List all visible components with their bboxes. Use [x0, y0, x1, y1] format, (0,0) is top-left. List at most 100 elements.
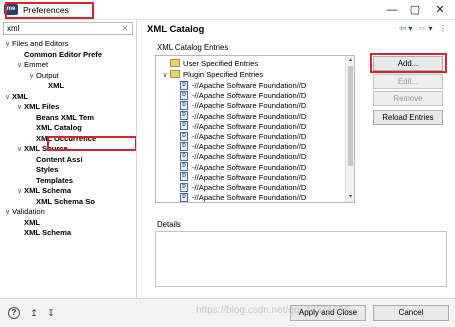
import-icon[interactable]: ↥: [28, 307, 40, 319]
tree-item[interactable]: ∨ Validation: [3, 206, 45, 217]
tree-item-label: Common Editor Prefe: [24, 49, 103, 59]
plugin-entries-node[interactable]: ∨ Plugin Specified Entries: [160, 69, 263, 80]
reload-entries-button[interactable]: Reload Entries: [373, 110, 443, 125]
dtd-entry-icon: D: [180, 131, 188, 141]
clear-filter-icon[interactable]: ✕: [120, 24, 130, 33]
scroll-thumb[interactable]: [348, 66, 353, 166]
dtd-entry-icon: D: [180, 192, 188, 202]
user-entries-label: User Specified Entries: [183, 59, 259, 68]
tree-item-label: Files and Editors: [12, 39, 69, 48]
remove-button[interactable]: Remove: [373, 91, 443, 106]
catalog-entry-label: -//Apache Software Foundation//D: [192, 172, 307, 182]
minimize-button[interactable]: —: [381, 2, 403, 18]
catalog-entry-label: -//Apache Software Foundation//D: [192, 142, 307, 152]
tree-item-label: XML Schema So: [36, 196, 95, 206]
tree-item[interactable]: XML Schema So: [27, 196, 95, 207]
add-highlight-box: [370, 53, 447, 73]
dtd-entry-icon: D: [180, 80, 188, 90]
catalog-entry-label: -//Apache Software Foundation//D: [192, 183, 307, 192]
expand-chevron-icon[interactable]: ∨: [3, 39, 12, 50]
expand-chevron-icon[interactable]: ∨: [15, 144, 24, 155]
tree-item-label: XML Files: [24, 102, 60, 111]
tree-item[interactable]: XML: [39, 80, 64, 91]
expand-chevron-icon[interactable]: ∨: [15, 60, 24, 71]
tree-item[interactable]: XML Catalog: [27, 122, 82, 133]
tree-item[interactable]: ∨ Emmet: [15, 59, 48, 70]
tree-highlight-box: [47, 136, 136, 151]
filter-field[interactable]: ✕: [3, 22, 133, 35]
tree-item[interactable]: Styles: [27, 164, 58, 175]
tree-item[interactable]: Beans XML Tem: [27, 112, 94, 123]
tree-item-label: XML: [24, 217, 41, 227]
catalog-entries-label: XML Catalog Entries: [157, 43, 229, 52]
expand-chevron-icon[interactable]: ∨: [3, 207, 12, 218]
dtd-entry-icon: D: [180, 182, 188, 192]
tree-item-label: Beans XML Tem: [36, 112, 94, 122]
tree-item-label: XML Catalog: [36, 123, 82, 132]
tree-item[interactable]: XML Schema: [15, 227, 71, 238]
forward-menu-icon[interactable]: ▾: [428, 24, 434, 33]
tree-item-label: Output: [36, 70, 59, 80]
back-menu-icon[interactable]: ▾: [408, 24, 414, 33]
expand-chevron-icon[interactable]: ∨: [160, 70, 170, 81]
filter-input[interactable]: [4, 23, 118, 34]
tree-item-label: XML: [48, 81, 65, 90]
close-button[interactable]: ✕: [429, 2, 451, 18]
entries-scrollbar[interactable]: ▴ ▾: [345, 56, 354, 202]
tree-item-label: Styles: [36, 165, 59, 174]
tree-item[interactable]: ∨ Files and Editors: [3, 38, 69, 49]
edit-button[interactable]: Edit...: [373, 74, 443, 89]
expand-chevron-icon[interactable]: ∨: [27, 71, 36, 82]
catalog-entry-label: -//Apache Software Foundation//D: [192, 91, 307, 101]
title-bar: me Preferences — ▢ ✕: [0, 0, 455, 20]
watermark-text: https://blog.csdn.net/qq_46371656: [196, 305, 350, 316]
page-title: XML Catalog: [147, 24, 205, 35]
dtd-entry-icon: D: [180, 151, 188, 161]
tree-item[interactable]: ∨ XML: [3, 91, 28, 102]
tree-item[interactable]: Templates: [27, 175, 73, 186]
help-icon[interactable]: ?: [8, 307, 20, 319]
cancel-button[interactable]: Cancel: [373, 305, 449, 321]
export-icon[interactable]: ↧: [45, 307, 57, 319]
catalog-entry-label: -//Apache Software Foundation//D: [192, 132, 307, 141]
scroll-down-icon[interactable]: ▾: [346, 193, 354, 202]
expand-chevron-icon[interactable]: ∨: [15, 186, 24, 197]
details-label: Details: [157, 220, 181, 229]
tree-item-label: Emmet: [24, 60, 49, 69]
user-entries-node[interactable]: User Specified Entries: [160, 58, 258, 69]
tree-item-label: XML Schema: [24, 228, 72, 237]
details-area: [155, 231, 447, 287]
plugin-entries-label: Plugin Specified Entries: [183, 70, 264, 79]
tree-item-label: Validation: [12, 207, 45, 216]
catalog-entries-tree: User Specified Entries ∨ Plugin Specified…: [155, 55, 355, 203]
tree-item[interactable]: ∨ XML Schema: [15, 185, 71, 196]
tree-item-label: Content Assi: [36, 154, 83, 164]
scroll-up-icon[interactable]: ▴: [346, 56, 354, 65]
preference-page: XML Catalog ⇦▾ ⇨▾ ⋮ XML Catalog Entries …: [137, 20, 455, 298]
tree-item[interactable]: XML: [15, 217, 40, 228]
preferences-tree-pane: ✕ ∨Files and EditorsCommon Editor Prefe∨…: [0, 20, 137, 298]
tree-item[interactable]: Content Assi: [27, 154, 83, 165]
back-arrow-icon[interactable]: ⇦: [399, 23, 409, 33]
catalog-entry-label: -//Apache Software Foundation//D: [192, 152, 307, 162]
catalog-entry-label: -//Apache Software Foundation//D: [192, 111, 307, 121]
tree-item[interactable]: Common Editor Prefe: [15, 49, 102, 60]
folder-icon: [170, 70, 180, 78]
catalog-entry-label: -//Apache Software Foundation//D: [192, 81, 307, 90]
tree-item[interactable]: ∨ Output: [27, 70, 59, 81]
catalog-entry-label: -//Apache Software Foundation//D: [192, 121, 307, 131]
expand-chevron-icon[interactable]: ∨: [15, 102, 24, 113]
catalog-entry-label: -//Apache Software Foundation//D: [192, 101, 307, 111]
maximize-button[interactable]: ▢: [404, 2, 426, 18]
tree-item-label: XML Schema: [24, 186, 72, 195]
expand-chevron-icon[interactable]: ∨: [3, 92, 12, 103]
tree-item[interactable]: ∨ XML Files: [15, 101, 59, 112]
dtd-entry-icon: D: [180, 162, 188, 172]
catalog-entry-label: -//Apache Software Foundation//D: [192, 193, 307, 203]
title-highlight-box: [5, 2, 94, 19]
folder-icon: [170, 59, 180, 67]
tree-item-label: Templates: [36, 175, 73, 185]
catalog-entry[interactable]: D -//Apache Software Foundation//D: [180, 192, 307, 203]
page-navigation: ⇦▾ ⇨▾ ⋮: [399, 23, 449, 35]
view-menu-icon[interactable]: ⋮: [439, 24, 449, 33]
